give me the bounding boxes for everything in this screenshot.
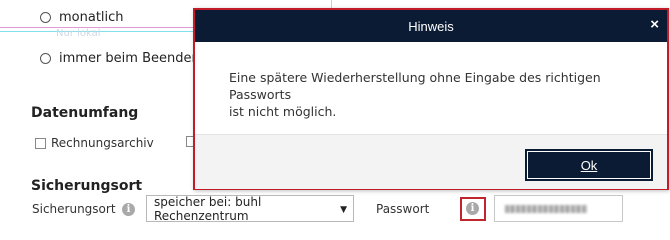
hinweis-dialog: Hinweis × Eine spätere Wiederherstellung… — [193, 8, 669, 190]
sicherungsort-label: Sicherungsort — [32, 202, 116, 216]
dialog-message-line: Eine spätere Wiederherstellung ohne Eing… — [229, 70, 601, 102]
select-value: speicher bei: buhl Rechenzentrum — [154, 194, 262, 223]
passwort-label: Passwort — [376, 202, 430, 216]
info-icon[interactable]: i — [122, 203, 135, 216]
dialog-message-line: ist nicht möglich. — [229, 104, 337, 119]
ghost-text: Nur lokal — [56, 28, 101, 39]
checkbox-rechnungsarchiv[interactable]: Rechnungsarchiv — [35, 136, 154, 150]
checkbox-label: Rechnungsarchiv — [51, 136, 154, 150]
dialog-titlebar: Hinweis × — [195, 10, 667, 42]
radio-icon — [40, 53, 51, 64]
dialog-title: Hinweis — [408, 18, 454, 34]
section-title-sicherungsort: Sicherungsort — [31, 178, 143, 194]
radio-icon — [40, 12, 51, 23]
radio-monatlich[interactable]: monatlich — [40, 10, 124, 25]
dialog-footer: Ok — [195, 134, 667, 189]
sicherungsort-select[interactable]: speicher bei: buhl Rechenzentrum ▼ — [146, 194, 354, 223]
masked-password — [505, 205, 587, 213]
chevron-down-icon: ▼ — [340, 205, 347, 215]
password-input[interactable] — [494, 195, 623, 222]
close-icon[interactable]: × — [650, 17, 659, 33]
password-info-icon[interactable]: i — [466, 202, 479, 215]
dialog-message: Eine spätere Wiederherstellung ohne Eing… — [229, 69, 649, 120]
checkbox-icon — [35, 137, 46, 149]
section-title-datenumfang: Datenumfang — [31, 105, 139, 121]
column-divider — [331, 0, 332, 8]
ok-button[interactable]: Ok — [525, 149, 653, 181]
radio-label: monatlich — [59, 10, 124, 25]
